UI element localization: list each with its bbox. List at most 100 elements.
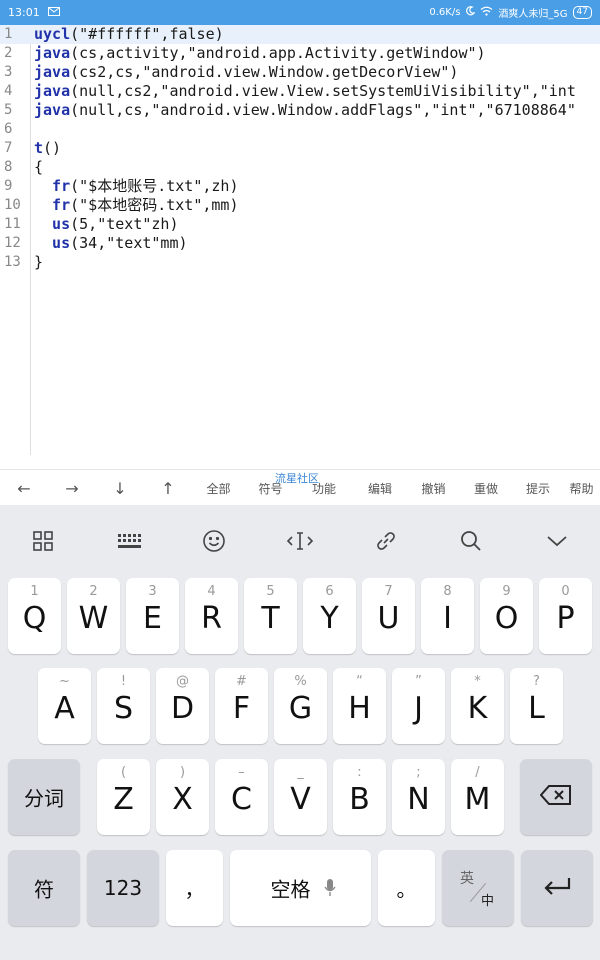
key-q[interactable]: 1Q — [8, 578, 61, 654]
code-text: uycl("#ffffff",false) — [34, 25, 224, 44]
space-key[interactable]: 空格 — [230, 850, 371, 926]
search-icon[interactable] — [453, 523, 489, 559]
shortcut-item[interactable]: ↓ — [96, 479, 144, 498]
code-keyword: uycl — [34, 25, 71, 43]
key-b[interactable]: :B — [333, 759, 386, 835]
status-time: 13:01 — [8, 6, 40, 19]
code-text: java(cs2,cs,"android.view.Window.getDeco… — [34, 63, 458, 82]
code-editor[interactable]: 1 uycl("#ffffff",false) 2 java(cs,activity,… — [0, 25, 600, 468]
key-label: K — [467, 691, 488, 726]
key-j[interactable]: ” J — [392, 668, 445, 744]
key-secondary-label: 0 — [561, 584, 570, 599]
key-secondary-label: 5 — [266, 584, 275, 599]
fenci-key[interactable]: 分词 — [8, 759, 80, 835]
key-label: 分词 — [24, 786, 64, 811]
key-m[interactable]: / M — [451, 759, 504, 835]
key-t[interactable]: 5T — [244, 578, 297, 654]
key-o[interactable]: 9O — [480, 578, 533, 654]
keyboard-icon[interactable] — [111, 523, 147, 559]
key-f[interactable]: # F — [215, 668, 268, 744]
key-e[interactable]: 3E — [126, 578, 179, 654]
key-c[interactable]: – C — [215, 759, 268, 835]
code-keyword: java — [34, 82, 71, 100]
key-r[interactable]: 4R — [185, 578, 238, 654]
key-h[interactable]: “H — [333, 668, 386, 744]
code-text: us(34,"text"mm) — [34, 234, 187, 253]
key-u[interactable]: 7U — [362, 578, 415, 654]
code-args: () — [43, 139, 62, 157]
code-line[interactable]: 5 java(null,cs,"android.view.Window.addFl… — [0, 101, 600, 120]
code-line[interactable]: 8{ — [0, 158, 600, 177]
key-secondary-label: _ — [297, 765, 304, 780]
code-keyword: us — [34, 234, 71, 252]
code-line[interactable]: 6 — [0, 120, 600, 139]
shortcut-item[interactable]: 全部 — [192, 480, 245, 497]
key-label: X — [172, 782, 193, 817]
code-line[interactable]: 7 t() — [0, 139, 600, 158]
shortcut-item[interactable]: → — [48, 479, 96, 498]
language-switch-key[interactable]: 英中 — [442, 850, 514, 926]
key-secondary-label: % — [294, 674, 307, 689]
period-key[interactable]: 。 — [378, 850, 435, 926]
line-number: 9 — [4, 178, 13, 194]
key-secondary-label: ! — [120, 674, 127, 689]
key-v[interactable]: _ V — [274, 759, 327, 835]
key-label: S — [113, 691, 134, 726]
shortcut-item[interactable]: 帮助 — [563, 480, 600, 497]
key-z[interactable]: (Z — [97, 759, 150, 835]
shortcut-item[interactable]: 重做 — [459, 480, 513, 497]
code-line[interactable]: 2 java(cs,activity,"android.app.Activity.… — [0, 44, 600, 63]
grid-icon[interactable] — [25, 523, 61, 559]
key-p[interactable]: 0P — [539, 578, 592, 654]
enter-key[interactable] — [521, 850, 593, 926]
key-l[interactable]: ? L — [510, 668, 563, 744]
key-a[interactable]: ~ A — [38, 668, 91, 744]
key-w[interactable]: 2W — [67, 578, 120, 654]
link-icon[interactable] — [368, 523, 404, 559]
code-line[interactable]: 11 us(5,"text"zh) — [0, 215, 600, 234]
key-d[interactable]: @ D — [156, 668, 209, 744]
key-k[interactable]: * K — [451, 668, 504, 744]
code-lines[interactable]: 1 uycl("#ffffff",false) 2 java(cs,activity,… — [0, 25, 600, 272]
emoji-icon[interactable] — [196, 523, 232, 559]
key-i[interactable]: 8I — [421, 578, 474, 654]
key-secondary-label: 1 — [30, 584, 39, 599]
key-secondary-label: 4 — [207, 584, 216, 599]
backspace-key[interactable] — [520, 759, 592, 835]
code-keyword: java — [34, 101, 71, 119]
cursor-icon[interactable] — [282, 523, 318, 559]
code-args: ("$本地密码.txt",mm) — [70, 196, 239, 214]
chevron-down-icon[interactable] — [539, 523, 575, 559]
code-line[interactable]: 1 uycl("#ffffff",false) — [0, 25, 600, 44]
code-text: t() — [34, 139, 61, 158]
shortcut-item[interactable]: 提示 — [513, 480, 563, 497]
key-y[interactable]: 6Y — [303, 578, 356, 654]
key-secondary-label: ” — [415, 674, 422, 689]
key-label: A — [54, 691, 75, 726]
key-label: F — [232, 691, 251, 726]
symbol-key[interactable]: 符 — [8, 850, 80, 926]
code-line[interactable]: 12 us(34,"text"mm) — [0, 234, 600, 253]
code-line[interactable]: 13} — [0, 253, 600, 272]
shortcut-item[interactable]: 撤销 — [408, 480, 459, 497]
shortcut-item[interactable]: 编辑 — [352, 480, 408, 497]
network-speed: 0.6K/s — [429, 7, 461, 18]
key-label: T — [261, 601, 280, 636]
number-key[interactable]: 123 — [87, 850, 159, 926]
code-line[interactable]: 10 fr("$本地密码.txt",mm) — [0, 196, 600, 215]
key-label: J — [414, 691, 423, 726]
shortcut-item[interactable]: ↑ — [144, 479, 192, 498]
code-line[interactable]: 4 java(null,cs2,"android.view.View.setSys… — [0, 82, 600, 101]
key-s[interactable]: ! S — [97, 668, 150, 744]
key-x[interactable]: ) X — [156, 759, 209, 835]
code-line[interactable]: 9 fr("$本地账号.txt",zh) — [0, 177, 600, 196]
code-line[interactable]: 3 java(cs2,cs,"android.view.Window.getDec… — [0, 63, 600, 82]
key-label: W — [78, 601, 109, 636]
key-label: O — [494, 601, 519, 636]
code-args: { — [34, 158, 44, 176]
key-g[interactable]: % G — [274, 668, 327, 744]
key-n[interactable]: ; N — [392, 759, 445, 835]
shortcut-item[interactable]: ← — [0, 479, 48, 498]
code-args: (5,"text"zh) — [70, 215, 179, 233]
code-text: java(null,cs,"android.view.Window.addFla… — [34, 101, 576, 120]
